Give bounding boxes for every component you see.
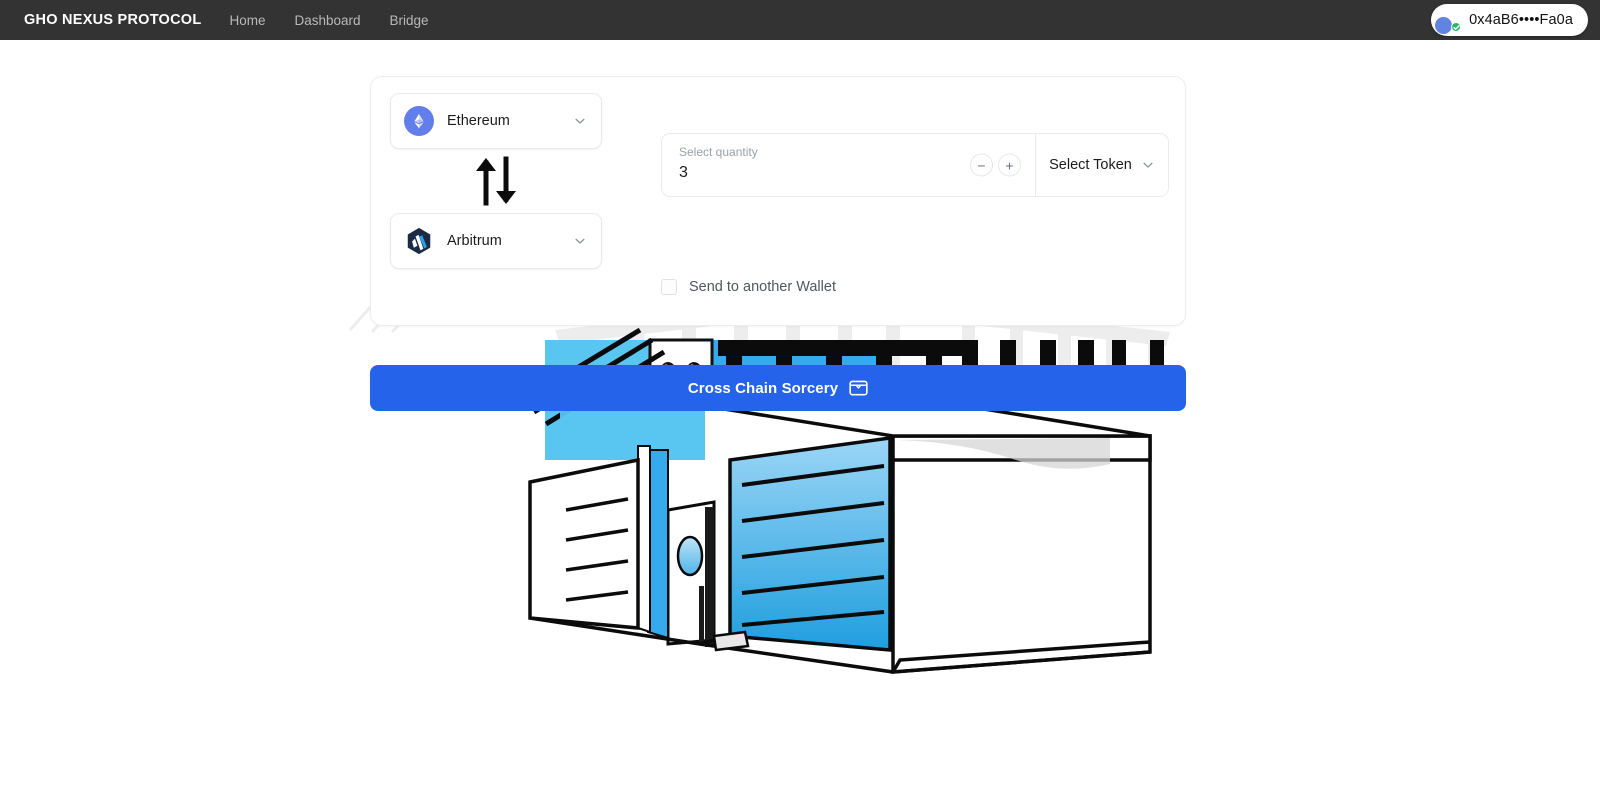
quantity-labels: Select quantity 3 <box>679 145 758 184</box>
token-select[interactable]: Select Token <box>1036 134 1168 196</box>
minus-icon[interactable]: − <box>970 153 993 177</box>
quantity-value: 3 <box>679 164 688 181</box>
ethereum-icon <box>404 106 434 136</box>
nav-links: Home Dashboard Bridge <box>229 13 428 28</box>
nav-link-bridge[interactable]: Bridge <box>390 13 429 28</box>
quantity-panel: Select quantity 3 − + Select Token <box>661 133 1169 197</box>
wallet-connect-button[interactable]: 0x4aB6••••Fa0a <box>1431 4 1588 36</box>
quantity-caption: Select quantity <box>679 145 758 159</box>
brand-title: GHO NEXUS PROTOCOL <box>24 12 202 28</box>
cta-label: Cross Chain Sorcery <box>687 379 839 397</box>
bridge-card: Ethereum Arbitrum Select quantity 3 − + … <box>370 76 1186 326</box>
plus-icon[interactable]: + <box>998 153 1021 177</box>
quantity-stepper: − + <box>970 153 1021 177</box>
send-to-another-wallet-row[interactable]: Send to another Wallet <box>661 279 836 295</box>
swap-direction-button[interactable] <box>390 149 602 213</box>
arbitrum-icon <box>404 226 434 256</box>
from-chain-label: Ethereum <box>447 113 510 129</box>
cross-chain-sorcery-button[interactable]: Cross Chain Sorcery <box>370 365 1186 411</box>
to-chain-select[interactable]: Arbitrum <box>390 213 602 269</box>
to-chain-label: Arbitrum <box>447 233 502 249</box>
nav-link-home[interactable]: Home <box>229 13 265 28</box>
token-select-label: Select Token <box>1049 157 1132 173</box>
top-navbar: GHO NEXUS PROTOCOL Home Dashboard Bridge… <box>0 0 1600 40</box>
chevron-down-icon <box>573 234 587 248</box>
wallet-icon <box>849 379 868 397</box>
quantity-field[interactable]: Select quantity 3 − + <box>662 134 1035 196</box>
chain-selector-column: Ethereum Arbitrum <box>390 93 602 269</box>
from-chain-select[interactable]: Ethereum <box>390 93 602 149</box>
chevron-down-icon <box>1141 158 1155 172</box>
wallet-address-label: 0x4aB6••••Fa0a <box>1469 12 1573 28</box>
send-to-another-wallet-checkbox[interactable] <box>661 279 677 295</box>
nav-link-dashboard[interactable]: Dashboard <box>294 13 360 28</box>
chevron-down-icon <box>573 114 587 128</box>
send-to-another-wallet-label: Send to another Wallet <box>689 279 836 295</box>
green-check-badge-icon <box>1451 22 1462 32</box>
wallet-avatar <box>1438 9 1462 32</box>
